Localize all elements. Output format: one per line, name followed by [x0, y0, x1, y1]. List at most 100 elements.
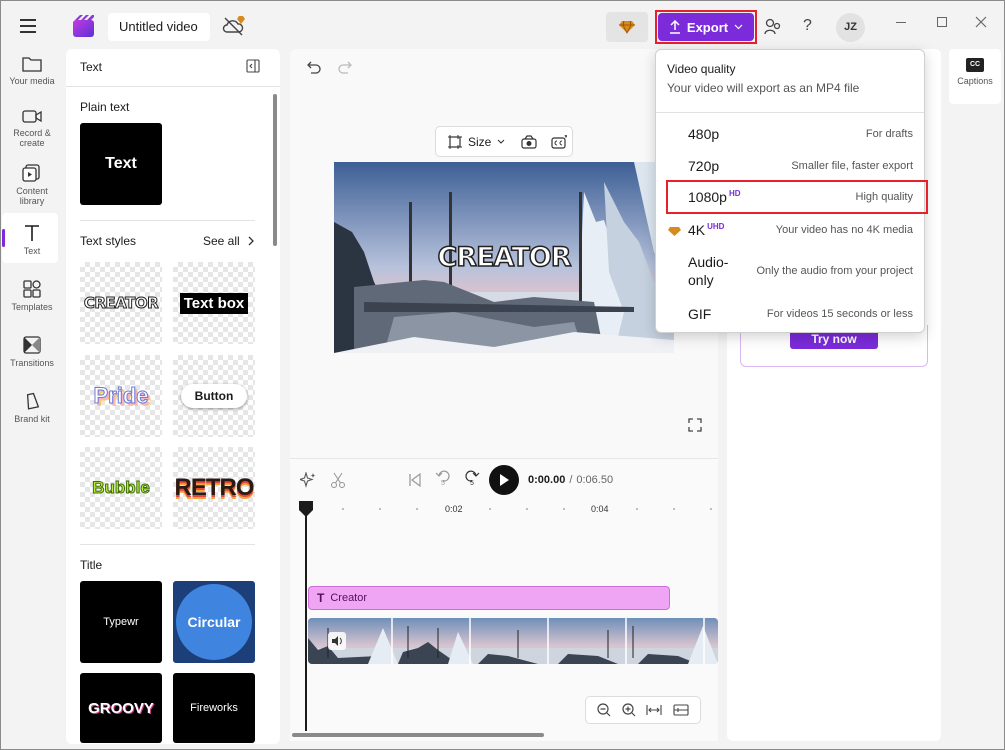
- plain-text-tile-label: Text: [105, 155, 137, 172]
- text-clip[interactable]: T Creator: [308, 586, 670, 610]
- divider: [80, 544, 255, 545]
- uhd-badge: UHD: [707, 222, 725, 231]
- rail-item-text[interactable]: Text: [2, 224, 62, 256]
- zoom-in-icon[interactable]: [622, 703, 636, 717]
- text-style-text-box[interactable]: Text box: [173, 262, 255, 344]
- option-label-wrap: 4K UHD: [688, 222, 724, 238]
- title-fireworks[interactable]: Fireworks: [173, 673, 255, 743]
- option-desc: High quality: [855, 191, 913, 203]
- zoom-controls: [585, 696, 701, 724]
- panel-scrollbar[interactable]: [273, 94, 277, 246]
- quality-option-audio-only[interactable]: Audio-only Only the audio from your proj…: [656, 250, 924, 292]
- option-desc: Your video has no 4K media: [775, 224, 913, 236]
- see-all-link[interactable]: See all: [203, 234, 254, 248]
- chevron-down-icon: [497, 139, 505, 144]
- title-typewriter[interactable]: Typewr: [80, 581, 162, 663]
- quality-option-720p[interactable]: 720p Smaller file, faster export: [656, 152, 924, 180]
- time-current: 0:00.00: [528, 474, 566, 486]
- playhead-line: [305, 506, 307, 731]
- play-button[interactable]: [489, 465, 519, 495]
- fit-width-icon[interactable]: [646, 704, 662, 716]
- maximize-button[interactable]: [937, 17, 947, 27]
- close-window-button[interactable]: [975, 16, 987, 28]
- timeline-view-icon[interactable]: [673, 704, 689, 716]
- rail-item-transitions[interactable]: Transitions: [2, 336, 62, 368]
- clip-volume-button[interactable]: [328, 632, 346, 650]
- rail-item-templates[interactable]: Templates: [2, 280, 62, 312]
- captions-label: Captions: [957, 76, 993, 86]
- magic-sparkle-icon[interactable]: [300, 472, 316, 488]
- captions-rail-item[interactable]: CC Captions: [949, 49, 1001, 104]
- style-label: RETRO: [174, 474, 255, 501]
- canvas-floating-toolbar: Size: [435, 126, 573, 157]
- project-title-input[interactable]: Untitled video: [108, 13, 210, 41]
- undo-icon[interactable]: [305, 60, 321, 74]
- video-overlay-text[interactable]: CREATOR: [334, 241, 674, 274]
- title-groovy[interactable]: GROOVY: [80, 673, 162, 743]
- rail-item-your-media[interactable]: Your media: [2, 56, 62, 86]
- auto-captions-icon[interactable]: [551, 134, 568, 149]
- timeline-scrollbar[interactable]: [292, 733, 544, 737]
- skip-forward-5-icon[interactable]: 5: [464, 470, 480, 487]
- video-clip[interactable]: [308, 618, 718, 664]
- style-label: Bubble: [92, 478, 151, 498]
- help-button[interactable]: ?: [803, 17, 812, 35]
- text-clip-icon: T: [317, 591, 325, 605]
- avatar[interactable]: JZ: [836, 13, 865, 42]
- collapse-panel-icon[interactable]: [246, 59, 260, 73]
- circular-shape: Circular: [176, 584, 252, 660]
- diamond-icon: [619, 20, 635, 34]
- premium-diamond-button[interactable]: [606, 12, 648, 42]
- premium-cloud-off-icon[interactable]: [222, 15, 246, 37]
- skip-forward-seconds: 5: [470, 480, 474, 487]
- rail-label: Record & create: [13, 128, 51, 148]
- quality-option-1080p[interactable]: 1080p HD High quality: [656, 183, 924, 211]
- share-people-icon[interactable]: [764, 17, 782, 35]
- redo-icon[interactable]: [338, 60, 354, 74]
- timeline-ruler[interactable]: [296, 506, 718, 516]
- camera-icon: [2, 108, 62, 124]
- rail-item-content-library[interactable]: Content library: [2, 164, 62, 206]
- quality-option-480p[interactable]: 480p For drafts: [656, 120, 924, 148]
- library-icon: [2, 164, 62, 182]
- minimize-button[interactable]: [896, 22, 906, 23]
- text-style-pride[interactable]: Pride: [80, 355, 162, 437]
- quality-option-gif[interactable]: GIF For videos 15 seconds or less: [656, 300, 924, 328]
- menu-title: Video quality: [667, 62, 736, 76]
- see-all-label: See all: [203, 234, 240, 248]
- style-label: Text box: [179, 292, 249, 314]
- text-icon: [2, 224, 62, 242]
- text-style-button[interactable]: Button: [173, 355, 255, 437]
- time-display: 0:00.00 / 0:06.50: [528, 474, 613, 486]
- text-style-retro[interactable]: RETRO: [173, 447, 255, 529]
- option-label: 720p: [688, 158, 720, 174]
- fullscreen-icon[interactable]: [688, 418, 702, 432]
- menu-subtitle: Your video will export as an MP4 file: [667, 81, 860, 95]
- rail-label: Your media: [9, 76, 55, 86]
- plain-text-tile[interactable]: Text: [80, 123, 162, 205]
- quality-option-4k[interactable]: 4K UHD Your video has no 4K media: [656, 216, 924, 244]
- text-style-creator[interactable]: CREATOR: [80, 262, 162, 344]
- size-dropdown[interactable]: Size: [468, 135, 491, 149]
- rail-item-brand-kit[interactable]: Brand kit: [2, 392, 62, 424]
- zoom-out-icon[interactable]: [597, 703, 611, 717]
- rail-item-record-create[interactable]: Record & create: [2, 108, 62, 148]
- remove-background-icon[interactable]: [521, 134, 537, 149]
- export-button[interactable]: Export: [658, 13, 754, 41]
- split-scissors-icon[interactable]: [330, 472, 346, 488]
- rail-label: Text: [23, 246, 41, 256]
- skip-back-5-icon[interactable]: 5: [435, 470, 451, 487]
- skip-to-start-icon[interactable]: [408, 473, 422, 487]
- hamburger-menu-icon[interactable]: [20, 18, 38, 34]
- style-label: CREATOR: [83, 294, 159, 313]
- rail-label: Brand kit: [14, 414, 50, 424]
- panel-title: Text: [80, 60, 103, 74]
- play-icon: [498, 473, 510, 487]
- upload-icon: [669, 20, 681, 34]
- title-circular[interactable]: Circular: [173, 581, 255, 663]
- video-preview[interactable]: CREATOR: [334, 162, 674, 353]
- resize-icon[interactable]: [448, 134, 462, 149]
- tick-label: 0:02: [445, 504, 463, 514]
- text-style-bubble[interactable]: Bubble: [80, 447, 162, 529]
- speaker-icon: [331, 635, 343, 647]
